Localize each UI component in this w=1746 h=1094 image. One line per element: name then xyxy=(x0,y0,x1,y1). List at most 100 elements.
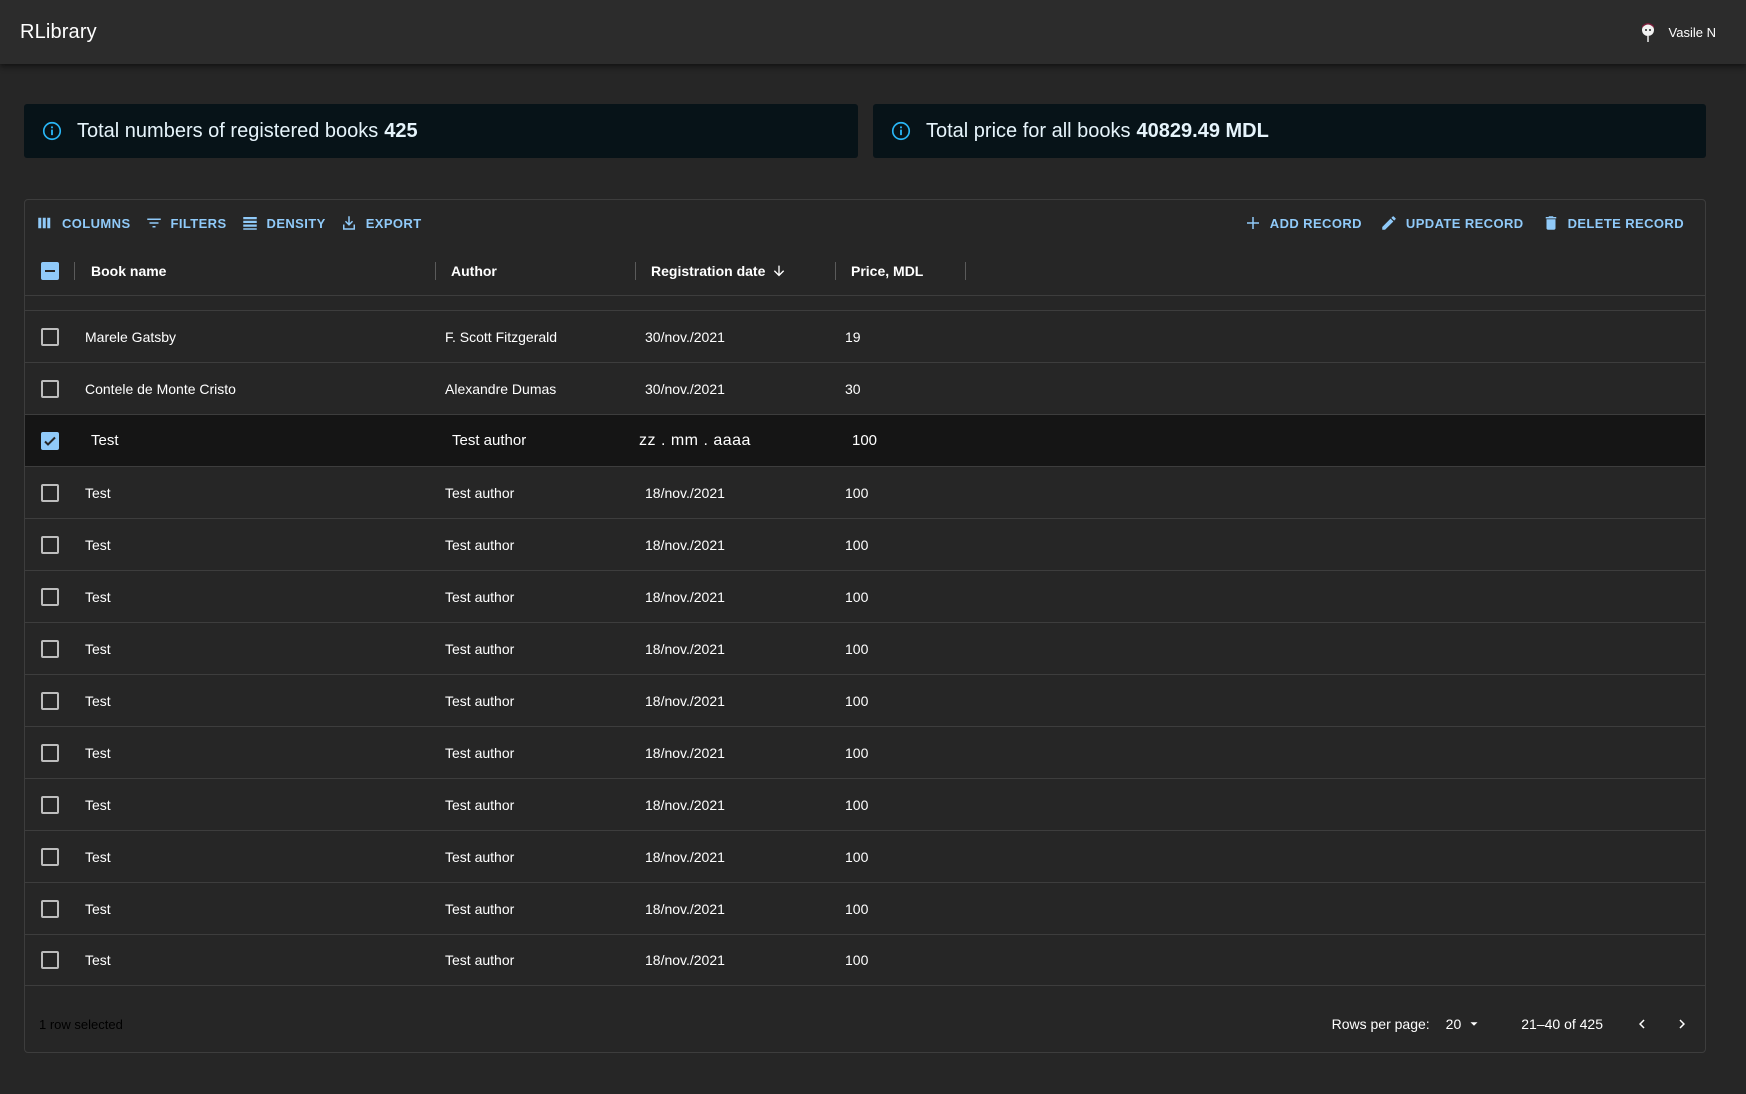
cell-price[interactable]: 100 xyxy=(845,675,868,726)
cell-book-name[interactable]: Test xyxy=(85,883,111,934)
cell-book-name-input[interactable]: Test xyxy=(91,415,119,466)
cell-author[interactable]: Test author xyxy=(445,935,514,985)
table-row[interactable]: Test Test author 18/nov./2021 100 xyxy=(25,830,1705,882)
cell-registration-date[interactable]: 18/nov./2021 xyxy=(645,779,725,830)
cell-author[interactable]: Alexandre Dumas xyxy=(445,363,556,414)
row-checkbox[interactable] xyxy=(41,691,59,710)
table-row[interactable]: Test Test author 18/nov./2021 100 xyxy=(25,778,1705,830)
table-row[interactable]: Marele Gatsby F. Scott Fitzgerald 30/nov… xyxy=(25,310,1705,362)
cell-book-name[interactable]: Marele Gatsby xyxy=(85,311,176,362)
add-record-button[interactable]: ADD RECORD xyxy=(1239,210,1367,236)
cell-author[interactable]: Test author xyxy=(445,883,514,934)
row-checkbox[interactable] xyxy=(41,587,59,606)
cell-registration-date[interactable]: 18/nov./2021 xyxy=(645,571,725,622)
row-checkbox[interactable] xyxy=(41,483,59,502)
cell-registration-date[interactable]: 18/nov./2021 xyxy=(645,883,725,934)
column-separator[interactable] xyxy=(635,262,636,280)
cell-book-name[interactable]: Test xyxy=(85,467,111,518)
cell-registration-date[interactable]: 18/nov./2021 xyxy=(645,727,725,778)
cell-book-name[interactable]: Test xyxy=(85,571,111,622)
previous-page-button[interactable] xyxy=(1633,1015,1651,1033)
column-separator[interactable] xyxy=(835,262,836,280)
row-checkbox[interactable] xyxy=(41,535,59,554)
table-row[interactable]: Test Test author 18/nov./2021 100 xyxy=(25,570,1705,622)
row-checkbox[interactable] xyxy=(41,899,59,918)
columns-button[interactable]: COLUMNS xyxy=(31,210,136,236)
cell-author[interactable]: Test author xyxy=(445,571,514,622)
user-menu[interactable]: Vasile N xyxy=(1639,21,1716,43)
table-row[interactable]: Test Test author 18/nov./2021 100 xyxy=(25,466,1705,518)
next-page-button[interactable] xyxy=(1673,1015,1691,1033)
cell-book-name[interactable]: Contele de Monte Cristo xyxy=(85,363,236,414)
cell-registration-date[interactable]: 18/nov./2021 xyxy=(645,831,725,882)
header-book-name[interactable]: Book name xyxy=(91,246,166,295)
cell-author[interactable]: Test author xyxy=(445,779,514,830)
column-separator[interactable] xyxy=(74,262,75,280)
select-all-checkbox[interactable] xyxy=(41,261,59,280)
row-checkbox[interactable] xyxy=(41,639,59,658)
cell-author[interactable]: Test author xyxy=(445,519,514,570)
cell-author-input[interactable]: Test author xyxy=(452,415,526,466)
filters-button[interactable]: FILTERS xyxy=(140,210,232,236)
sort-down-icon[interactable] xyxy=(771,263,787,279)
cell-price[interactable]: 30 xyxy=(845,363,861,414)
delete-record-button[interactable]: DELETE RECORD xyxy=(1537,210,1689,236)
cell-author[interactable]: Test author xyxy=(445,467,514,518)
column-separator[interactable] xyxy=(965,262,966,280)
export-button[interactable]: EXPORT xyxy=(335,210,427,236)
header-registration-date[interactable]: Registration date xyxy=(651,246,787,295)
table-row[interactable]: Test Test author 18/nov./2021 100 xyxy=(25,726,1705,778)
cell-registration-date[interactable]: 18/nov./2021 xyxy=(645,935,725,985)
cell-price[interactable]: 100 xyxy=(845,727,868,778)
table-row[interactable]: Test Test author 18/nov./2021 100 xyxy=(25,674,1705,726)
cell-author[interactable]: F. Scott Fitzgerald xyxy=(445,311,557,362)
update-record-button[interactable]: UPDATE RECORD xyxy=(1375,210,1529,236)
table-row[interactable]: Test Test author 18/nov./2021 100 xyxy=(25,934,1705,986)
cell-price[interactable]: 100 xyxy=(845,779,868,830)
cell-price[interactable]: 100 xyxy=(845,883,868,934)
cell-price-input[interactable]: 100 xyxy=(852,415,877,466)
header-price[interactable]: Price, MDL xyxy=(851,246,923,295)
header-author[interactable]: Author xyxy=(451,246,497,295)
rows-per-page-select[interactable]: 20 xyxy=(1446,1016,1482,1032)
row-checkbox[interactable] xyxy=(41,327,59,346)
row-checkbox[interactable] xyxy=(41,795,59,814)
cell-book-name[interactable]: Test xyxy=(85,831,111,882)
table-row[interactable]: Contele de Monte Cristo Alexandre Dumas … xyxy=(25,362,1705,414)
cell-book-name[interactable]: Test xyxy=(85,727,111,778)
row-checkbox[interactable] xyxy=(41,951,59,969)
column-separator[interactable] xyxy=(435,262,436,280)
table-row-editing[interactable]: Test Test author zz . mm . aaaa 100 xyxy=(25,414,1705,466)
cell-price[interactable]: 100 xyxy=(845,519,868,570)
table-row[interactable]: Test Test author 18/nov./2021 100 xyxy=(25,518,1705,570)
cell-author[interactable]: Test author xyxy=(445,727,514,778)
cell-author[interactable]: Test author xyxy=(445,623,514,674)
cell-author[interactable]: Test author xyxy=(445,831,514,882)
cell-author[interactable]: Test author xyxy=(445,675,514,726)
row-checkbox[interactable] xyxy=(41,847,59,866)
cell-book-name[interactable]: Test xyxy=(85,935,111,985)
cell-book-name[interactable]: Test xyxy=(85,779,111,830)
row-checkbox[interactable] xyxy=(41,743,59,762)
density-button[interactable]: DENSITY xyxy=(236,210,331,236)
cell-price[interactable]: 100 xyxy=(845,467,868,518)
cell-registration-date[interactable]: 18/nov./2021 xyxy=(645,675,725,726)
cell-price[interactable]: 100 xyxy=(845,623,868,674)
row-checkbox[interactable] xyxy=(41,379,59,398)
cell-book-name[interactable]: Test xyxy=(85,675,111,726)
cell-registration-date-input[interactable]: zz . mm . aaaa xyxy=(639,415,751,466)
cell-registration-date[interactable]: 18/nov./2021 xyxy=(645,519,725,570)
cell-registration-date[interactable]: 18/nov./2021 xyxy=(645,467,725,518)
cell-price[interactable]: 100 xyxy=(845,571,868,622)
cell-price[interactable]: 19 xyxy=(845,311,861,362)
cell-book-name[interactable]: Test xyxy=(85,519,111,570)
cell-registration-date[interactable]: 18/nov./2021 xyxy=(645,623,725,674)
cell-price[interactable]: 100 xyxy=(845,935,868,985)
cell-book-name[interactable]: Test xyxy=(85,623,111,674)
cell-price[interactable]: 100 xyxy=(845,831,868,882)
table-row[interactable]: Test Test author 18/nov./2021 100 xyxy=(25,622,1705,674)
row-checkbox[interactable] xyxy=(41,431,59,450)
cell-registration-date[interactable]: 30/nov./2021 xyxy=(645,363,725,414)
cell-registration-date[interactable]: 30/nov./2021 xyxy=(645,311,725,362)
table-row[interactable]: Test Test author 18/nov./2021 100 xyxy=(25,882,1705,934)
